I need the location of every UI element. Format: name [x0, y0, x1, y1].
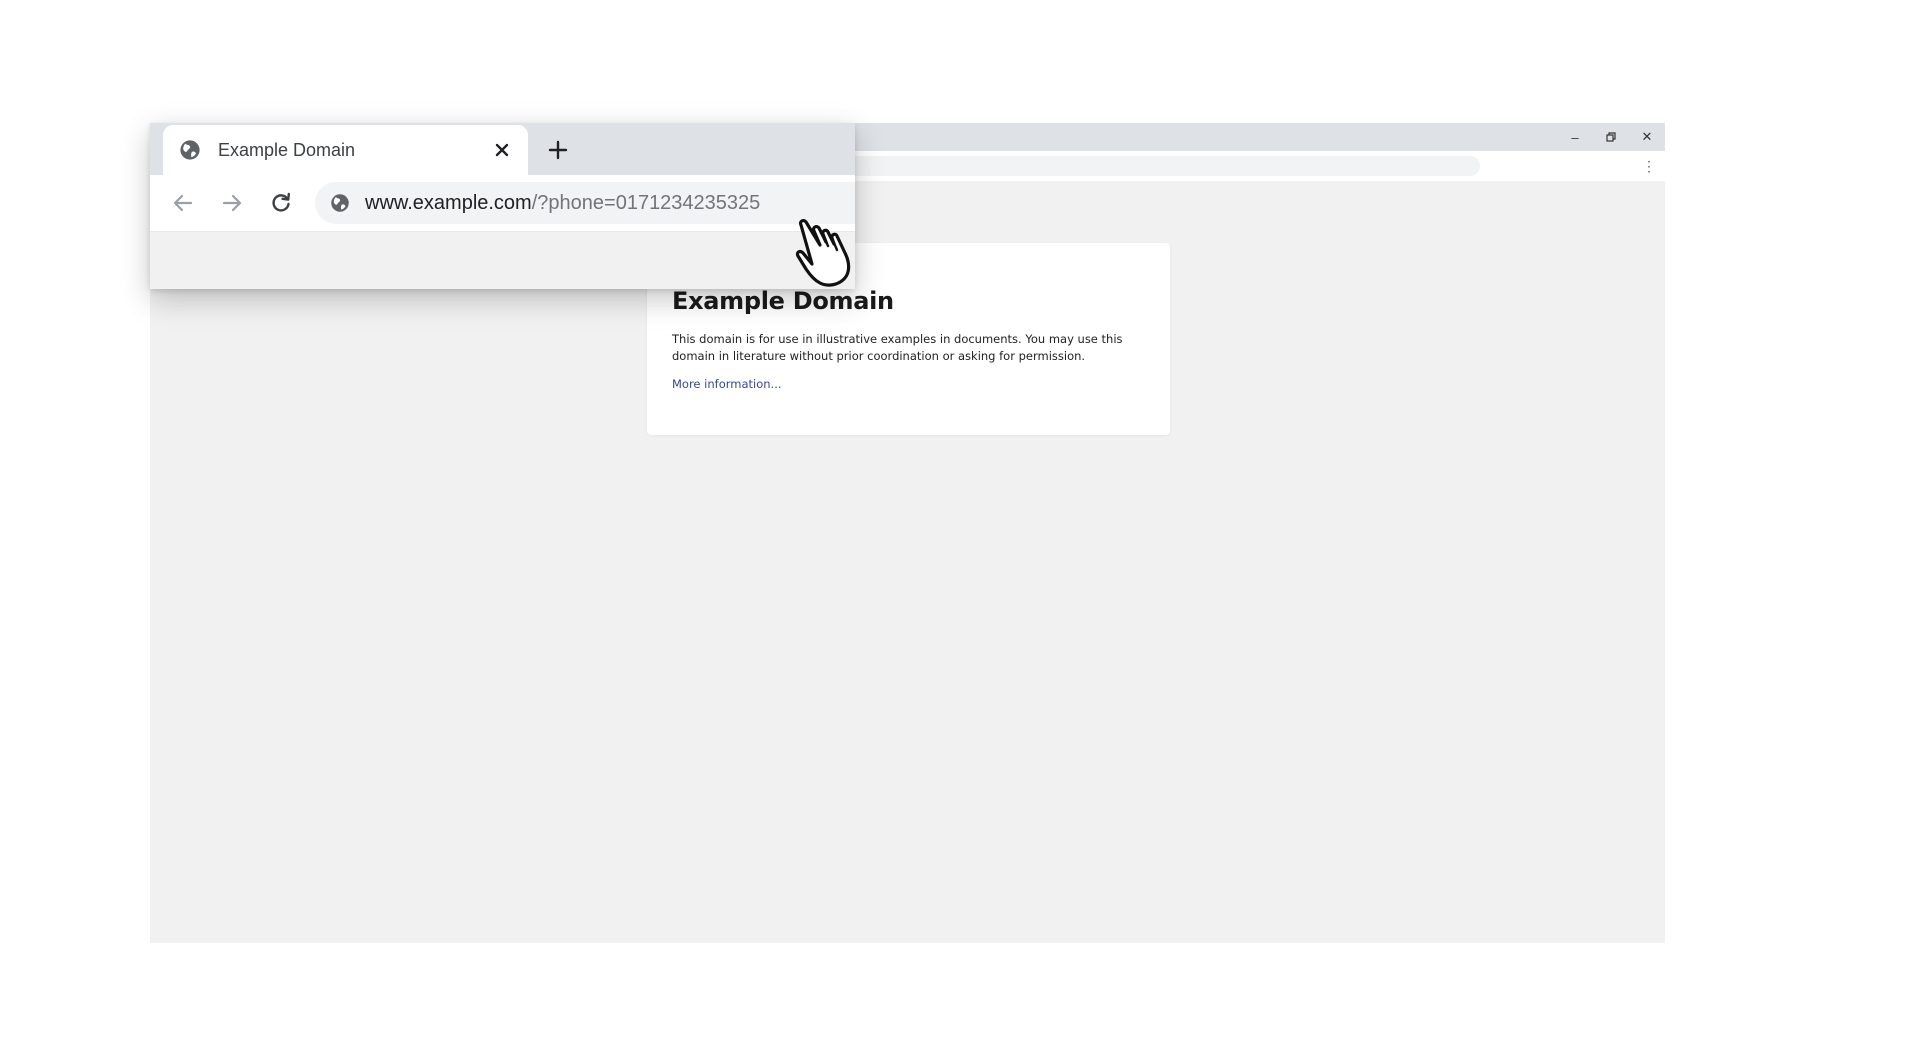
back-button[interactable] — [168, 188, 198, 218]
globe-icon[interactable] — [330, 193, 350, 213]
tab-example-domain[interactable]: Example Domain — [163, 125, 528, 175]
minimize-button[interactable]: – — [1557, 123, 1593, 151]
address-bar[interactable]: www.example.com/?phone=0171234235325 — [315, 182, 855, 224]
arrow-left-icon — [173, 194, 193, 212]
reload-icon — [272, 192, 290, 212]
close-window-button[interactable]: ✕ — [1629, 123, 1665, 151]
hand-pointer-icon — [795, 218, 851, 287]
url-host: www.example.com — [365, 192, 532, 214]
plus-icon — [548, 140, 568, 160]
navigation-toolbar: www.example.com/?phone=0171234235325 — [150, 175, 855, 232]
url-text[interactable]: www.example.com/?phone=0171234235325 — [365, 192, 760, 215]
tab-strip: Example Domain — [150, 123, 855, 175]
close-tab-button[interactable] — [491, 139, 513, 161]
reload-button[interactable] — [266, 188, 296, 218]
arrow-right-icon — [222, 194, 242, 212]
new-tab-button[interactable] — [545, 137, 571, 163]
tab-title: Example Domain — [218, 140, 356, 160]
maximize-button[interactable] — [1593, 123, 1629, 151]
close-icon — [495, 143, 509, 157]
forward-button[interactable] — [217, 188, 247, 218]
page-description: This domain is for use in illustrative e… — [672, 332, 1123, 363]
globe-icon — [180, 140, 200, 160]
more-information-link[interactable]: More information... — [672, 377, 782, 391]
page-heading: Example Domain — [672, 287, 894, 315]
url-query: /?phone=0171234235325 — [531, 192, 761, 214]
restore-icon — [1606, 132, 1616, 142]
zoomed-browser-chrome: Example Domain www.example.com/?phone=01… — [150, 123, 855, 289]
menu-button[interactable]: ⋮ — [1641, 158, 1657, 174]
